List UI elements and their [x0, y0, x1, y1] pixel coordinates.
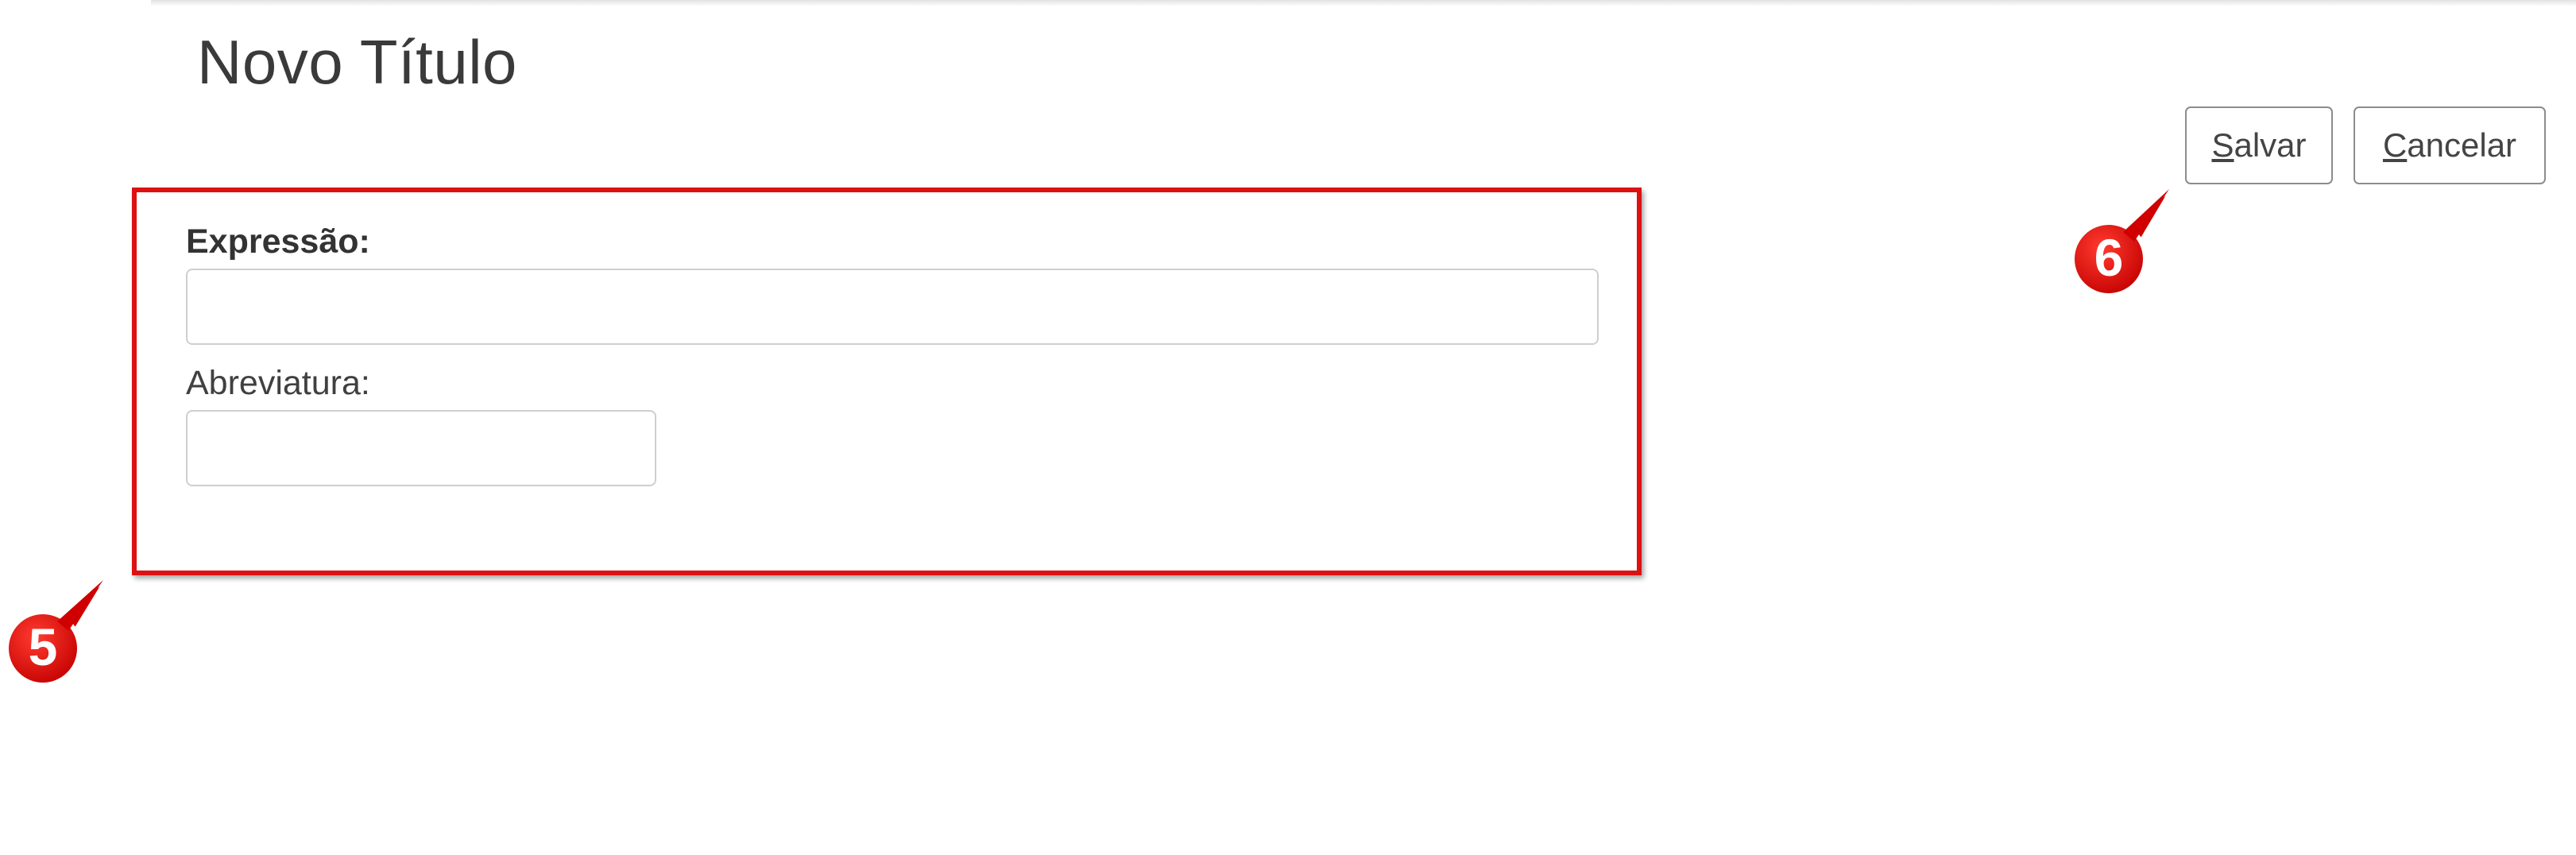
- save-label: alvar: [2234, 126, 2307, 164]
- callout-5-number: 5: [28, 617, 58, 676]
- page-title: Novo Título: [197, 27, 517, 97]
- callout-5: 5: [2, 577, 108, 688]
- cancel-label: ancelar: [2407, 126, 2517, 164]
- abreviatura-input[interactable]: [186, 410, 656, 486]
- save-button[interactable]: Salvar: [2185, 106, 2333, 184]
- page: Novo Título Salvar Cancelar Expressão: A…: [0, 0, 2576, 855]
- cancel-button[interactable]: Cancelar: [2354, 106, 2546, 184]
- save-mnemonic: S: [2211, 126, 2234, 164]
- cancel-mnemonic: C: [2382, 126, 2408, 164]
- callout-6-number: 6: [2094, 228, 2124, 287]
- header-shadow: [151, 0, 2576, 6]
- callout-6: 6: [2067, 186, 2174, 299]
- expressao-label: Expressão:: [186, 222, 370, 261]
- expressao-input[interactable]: [186, 269, 1599, 345]
- abreviatura-label: Abreviatura:: [186, 364, 370, 402]
